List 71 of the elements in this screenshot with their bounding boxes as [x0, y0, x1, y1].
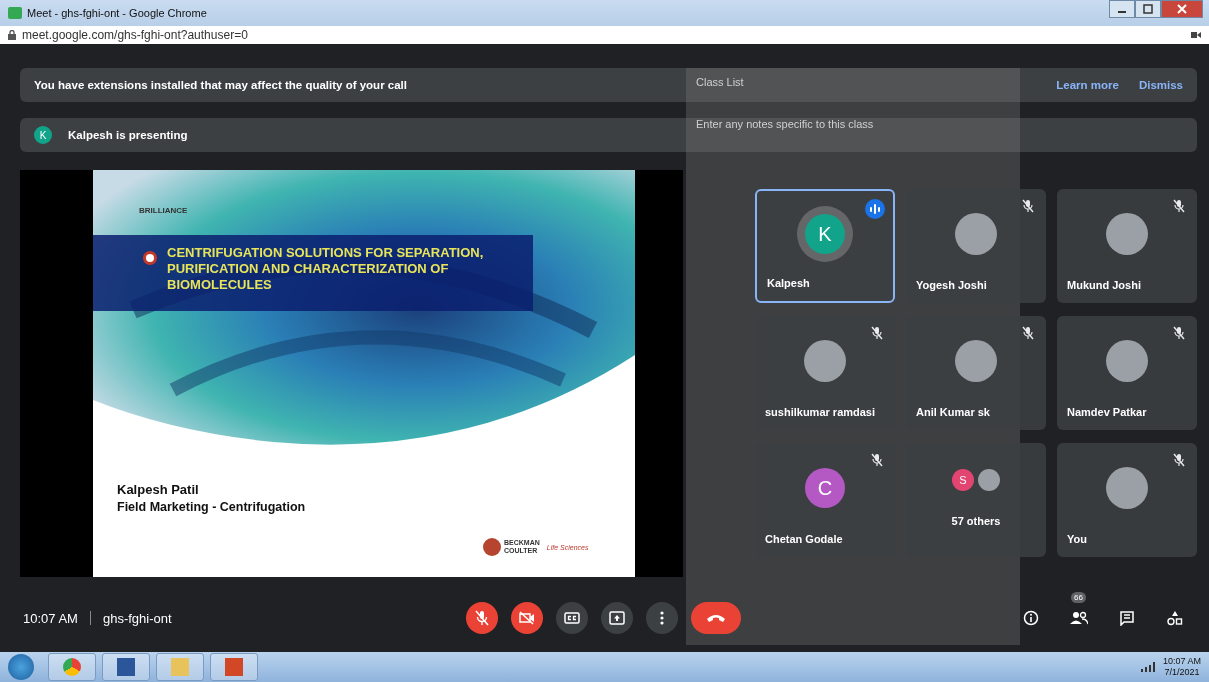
participant-tile[interactable]: Namdev Patkar	[1057, 316, 1197, 430]
photo-placeholder	[978, 469, 1000, 491]
participant-name: sushilkumar ramdasi	[765, 406, 876, 418]
participant-name: Namdev Patkar	[1067, 406, 1147, 418]
more-options-icon	[660, 611, 664, 625]
window-title: Meet - ghs-fghi-ont - Google Chrome	[27, 7, 207, 19]
mic-button[interactable]	[466, 602, 498, 634]
participant-tile[interactable]: K Kalpesh	[755, 189, 895, 303]
chat-icon	[1119, 610, 1135, 626]
banner-link[interactable]: Dismiss	[1138, 79, 1183, 91]
participant-tile[interactable]: You	[1057, 443, 1197, 557]
present-button[interactable]	[601, 602, 633, 634]
camera-button[interactable]	[511, 602, 543, 634]
close-icon	[1177, 4, 1187, 14]
photo-placeholder	[1106, 213, 1148, 255]
banner-message: You have extensions installed that may affect the quality of your call	[34, 79, 407, 91]
presenter-role: Field Marketing - Centrifugation	[117, 500, 306, 514]
present-screen-icon	[609, 611, 625, 625]
start-button[interactable]	[8, 654, 34, 680]
panel-title: Class List	[696, 76, 745, 88]
presenter-name: Kalpesh Patil	[117, 482, 199, 497]
maximize-button[interactable]	[1135, 0, 1161, 18]
speaking-icon	[865, 199, 885, 219]
hangup-button[interactable]	[691, 602, 741, 634]
participant-tile[interactable]: Anil Kumar sk	[906, 316, 1046, 430]
avatar: C	[805, 468, 845, 508]
camera-icon	[519, 611, 535, 625]
participant-name: Kalpesh	[767, 277, 810, 289]
meeting-code: ghs-fghi-ont	[102, 610, 172, 626]
minimize-icon	[1118, 11, 1126, 13]
photo-placeholder	[955, 340, 997, 382]
photo-placeholder	[955, 213, 997, 255]
signal-icon	[1140, 662, 1155, 672]
meeting-time: 10:07 AM	[23, 610, 78, 626]
presenting-message: Kalpesh is presenting	[68, 129, 188, 141]
photo-placeholder	[1106, 340, 1148, 382]
phone-icon	[706, 613, 726, 623]
address-field[interactable]: meet.google.com/ghs-fghi-ont?authuser=0	[22, 28, 248, 42]
minimize-button[interactable]	[1109, 0, 1135, 18]
shapes-icon	[1167, 610, 1183, 626]
captions-icon	[564, 612, 580, 624]
photo-placeholder	[1106, 467, 1148, 509]
camera-icon[interactable]	[1191, 31, 1201, 39]
captions-button[interactable]	[556, 602, 588, 634]
close-button[interactable]	[1161, 0, 1203, 18]
taskbar-clock: 10:07 AM 7/1/2021	[1162, 656, 1201, 678]
photo-placeholder	[804, 340, 846, 382]
people-icon	[1070, 611, 1088, 625]
avatar: S	[952, 469, 974, 491]
microphone-icon	[475, 610, 489, 626]
ring-icon	[143, 251, 157, 265]
participant-name: Mukund Joshi	[1067, 279, 1141, 291]
logo-icon	[483, 538, 501, 556]
maximize-icon	[1143, 4, 1153, 14]
participant-name: Chetan Godale	[765, 533, 843, 545]
participant-name: 57 others	[950, 515, 1002, 527]
brand-text: BRILLIANCE	[139, 206, 188, 215]
participant-count-badge: 66	[1071, 592, 1086, 603]
participant-name: Anil Kumar sk	[916, 406, 990, 418]
participant-tile[interactable]: Mukund Joshi	[1057, 189, 1197, 303]
avatar: K	[34, 126, 52, 144]
participant-name: Yogesh Joshi	[916, 279, 987, 291]
more-button[interactable]	[646, 602, 678, 634]
notes-field[interactable]: Enter any notes specific to this class	[696, 118, 1010, 130]
lock-icon	[8, 30, 16, 40]
banner-link[interactable]: Learn more	[1056, 79, 1119, 91]
slide-title: CENTRIFUGATION SOLUTIONS FOR SEPARATION, PURIFICATION AND CHARACTERIZATION OF BIOMOLECULES	[167, 245, 485, 293]
participant-tile[interactable]: Yogesh Joshi	[906, 189, 1046, 303]
info-icon	[1023, 610, 1039, 626]
participant-name: You	[1067, 533, 1087, 545]
avatar: K	[805, 214, 845, 254]
